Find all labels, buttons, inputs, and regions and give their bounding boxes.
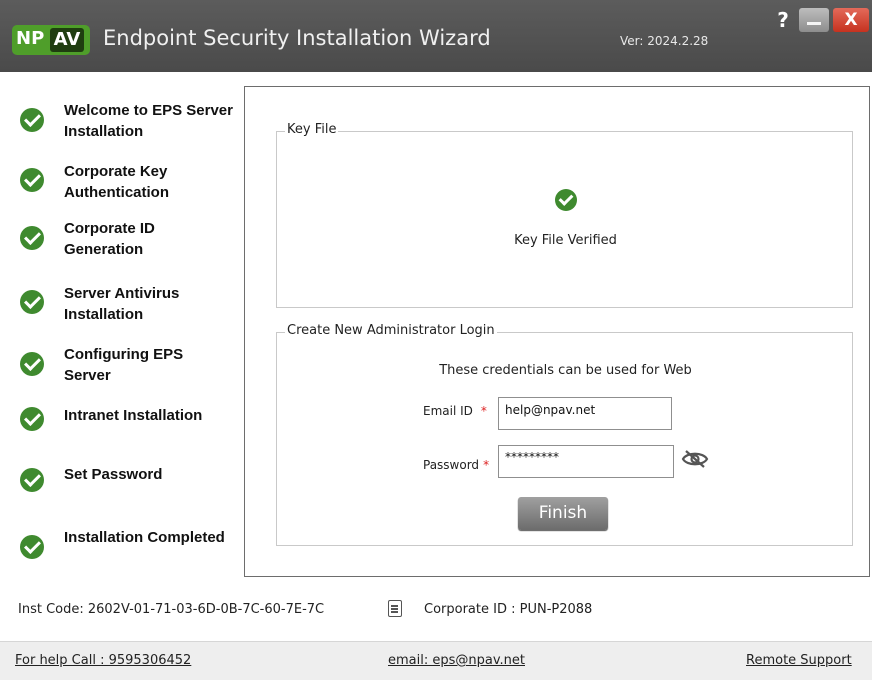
- step-label: Intranet Installation: [64, 407, 203, 424]
- inst-code: Inst Code: 2602V-01-71-03-6D-0B-7C-60-7E…: [18, 602, 325, 617]
- check-circle-icon: [20, 468, 44, 492]
- key-file-group: Key File Key File Verified: [276, 122, 853, 308]
- check-circle-icon: [20, 535, 44, 559]
- eye-slash-icon[interactable]: [681, 448, 709, 470]
- credentials-note: These credentials can be used for Web: [439, 363, 692, 378]
- key-file-legend: Key File: [285, 122, 339, 137]
- step-label: Configuring EPS Server: [64, 346, 184, 384]
- version-label: Ver: 2024.2.28: [620, 34, 709, 48]
- copy-icon[interactable]: [388, 600, 402, 617]
- check-circle-icon: [555, 189, 577, 211]
- step-label: Corporate Key Authentication: [64, 163, 169, 201]
- close-button[interactable]: X: [833, 8, 869, 32]
- minimize-button[interactable]: [799, 8, 829, 32]
- step-label: Corporate ID Generation: [64, 220, 155, 258]
- email-label-text: Email ID: [423, 404, 473, 418]
- corporate-id: Corporate ID : PUN-P2088: [424, 602, 593, 617]
- password-field[interactable]: *********: [498, 445, 674, 478]
- check-circle-icon: [20, 226, 44, 250]
- email-field[interactable]: help@npav.net: [498, 397, 672, 430]
- check-circle-icon: [20, 352, 44, 376]
- help-call-link[interactable]: For help Call : 9595306452: [15, 653, 191, 668]
- key-file-status: Key File Verified: [514, 233, 617, 248]
- step-server-antivirus: Server Antivirus Installation: [20, 283, 240, 329]
- required-marker: *: [483, 458, 490, 472]
- step-label: Welcome to EPS Server Installation: [64, 102, 233, 140]
- footer-bar: For help Call : 9595306452 email: eps@np…: [0, 641, 872, 680]
- step-welcome: Welcome to EPS Server Installation: [20, 100, 240, 146]
- wizard-steps-sidebar: Welcome to EPS Server Installation Corpo…: [0, 72, 244, 580]
- step-intranet-installation: Intranet Installation: [20, 405, 240, 451]
- remote-support-link[interactable]: Remote Support: [746, 653, 852, 668]
- window-title: Endpoint Security Installation Wizard: [103, 26, 491, 50]
- help-icon[interactable]: ?: [771, 8, 795, 32]
- step-label: Installation Completed: [64, 529, 225, 546]
- email-label: Email ID *: [423, 404, 487, 418]
- title-bar: NP AV Endpoint Security Installation Wiz…: [0, 0, 872, 72]
- admin-login-legend: Create New Administrator Login: [285, 323, 497, 338]
- check-circle-icon: [20, 108, 44, 132]
- check-circle-icon: [20, 407, 44, 431]
- email-link[interactable]: email: eps@npav.net: [388, 653, 525, 668]
- check-circle-icon: [20, 290, 44, 314]
- step-label: Set Password: [64, 466, 163, 483]
- npav-logo: NP AV: [12, 25, 90, 55]
- password-label-text: Password: [423, 458, 480, 472]
- finish-button[interactable]: Finish: [518, 497, 608, 530]
- step-configuring-eps: Configuring EPS Server: [20, 344, 240, 390]
- admin-login-group: Create New Administrator Login These cre…: [276, 323, 853, 546]
- required-marker: *: [480, 404, 487, 418]
- logo-np-text: NP: [16, 28, 45, 49]
- step-corporate-key: Corporate Key Authentication: [20, 161, 240, 207]
- password-label: Password *: [423, 458, 489, 472]
- logo-av-text: AV: [50, 28, 84, 52]
- content-panel: Key File Key File Verified Create New Ad…: [244, 86, 870, 577]
- step-corporate-id: Corporate ID Generation: [20, 218, 240, 264]
- step-label: Server Antivirus Installation: [64, 285, 180, 323]
- step-set-password: Set Password: [20, 464, 240, 510]
- check-circle-icon: [20, 168, 44, 192]
- step-installation-completed: Installation Completed: [20, 527, 240, 573]
